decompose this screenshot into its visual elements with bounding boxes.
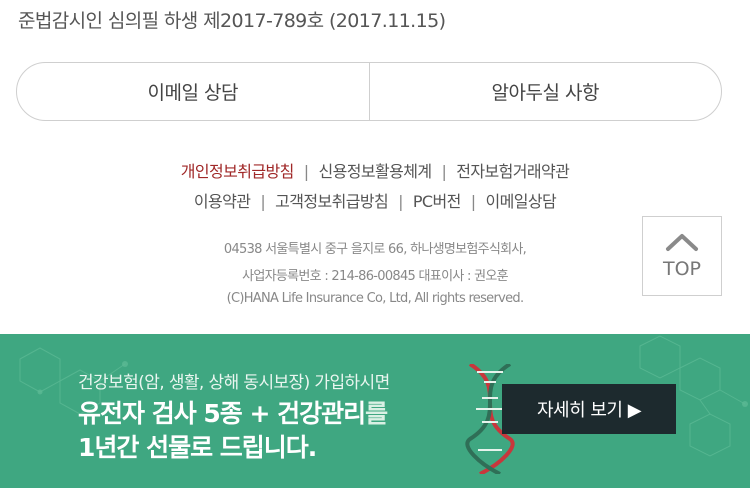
footer-links-secondary: 이용약관 | 고객정보취급방침 | PC버전 | 이메일상담 [0, 188, 750, 212]
link-separator: | [470, 192, 476, 211]
promo-headline: 유전자 검사 5종 + 건강관리를 [78, 394, 388, 430]
view-details-button[interactable]: 자세히 보기 ▶ [502, 384, 676, 434]
promo-banner[interactable]: 건강보험(암, 생활, 상해 동시보장) 가입하시면 유전자 검사 5종 + 건… [0, 334, 750, 488]
promo-subtitle: 건강보험(암, 생활, 상해 동시보장) 가입하시면 [78, 373, 390, 393]
copyright-text: (C)HANA Life Insurance Co, Ltd, All righ… [226, 291, 525, 306]
link-separator: | [303, 162, 309, 181]
company-address: 04538 서울특별시 중구 을지로 66, 하나생명보험주식회사, [223, 242, 527, 257]
top-label: TOP [662, 258, 702, 280]
scroll-top-button[interactable]: TOP [642, 216, 722, 296]
link-separator: | [260, 192, 266, 211]
chevron-up-icon [666, 234, 698, 251]
link-separator: | [441, 162, 447, 181]
notice-info-button[interactable]: 알아두실 사항 [370, 63, 722, 120]
promo-headline-second: 1년간 선물로 드립니다. [78, 433, 317, 462]
link-email-consult[interactable]: 이메일상담 [486, 192, 557, 211]
footer-links-primary: 개인정보취급방침 | 신용정보활용체계 | 전자보험거래약관 [0, 158, 750, 182]
link-privacy-policy[interactable]: 개인정보취급방침 [181, 162, 295, 181]
promo-headline-main: 유전자 검사 5종 + 건강관리 [78, 399, 366, 428]
link-customer-info-policy[interactable]: 고객정보취급방침 [275, 192, 389, 211]
link-pc-version[interactable]: PC버전 [413, 192, 461, 211]
email-consult-button[interactable]: 이메일 상담 [17, 63, 369, 120]
link-credit-info[interactable]: 신용정보활용체계 [319, 162, 433, 181]
promo-headline-suffix: 를 [365, 399, 388, 428]
approval-notice: 준법감시인 심의필 하생 제2017-789호 (2017.11.15) [18, 10, 446, 32]
link-e-insurance-terms[interactable]: 전자보험거래약관 [456, 162, 570, 181]
consult-button-group: 이메일 상담 알아두실 사항 [16, 62, 722, 121]
company-registration: 사업자등록번호 : 214-86-00845 대표이사 : 권오훈 [242, 269, 509, 284]
link-terms-of-use[interactable]: 이용약관 [194, 192, 251, 211]
link-separator: | [398, 192, 403, 211]
